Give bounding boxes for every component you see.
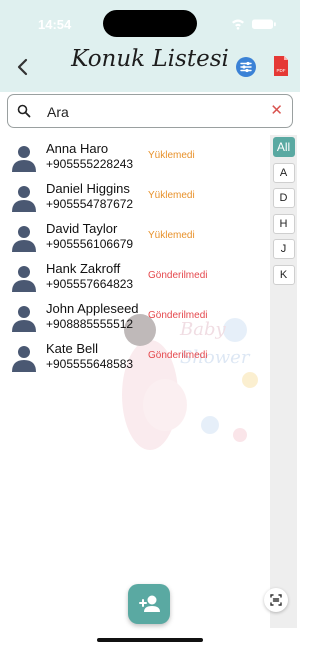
- contact-name: Hank Zakroff: [46, 261, 121, 276]
- page-title: Konuk Listesi: [71, 46, 229, 72]
- contact-row[interactable]: Daniel Higgins +905554787672 Yüklemedi: [0, 178, 270, 218]
- alphabet-index-bar: All A D H J K: [270, 135, 297, 628]
- index-item-j[interactable]: J: [272, 239, 295, 259]
- person-avatar-icon: [12, 186, 36, 212]
- contact-name: Anna Haro: [46, 141, 109, 156]
- contact-row[interactable]: Kate Bell +905555648583 Gönderilmedi: [0, 338, 270, 378]
- person-avatar-icon: [12, 266, 36, 292]
- chevron-left-icon: [17, 58, 28, 76]
- person-avatar-icon: [12, 306, 36, 332]
- status-time: 14:54: [38, 17, 72, 32]
- add-person-icon: [139, 595, 160, 612]
- contact-status: Yüklemedi: [148, 150, 195, 161]
- contact-phone: +905554787672: [46, 197, 134, 211]
- index-item-d[interactable]: D: [272, 188, 295, 208]
- contact-phone: +905556106679: [46, 237, 134, 251]
- contact-name: Kate Bell: [46, 341, 99, 356]
- contact-list: Anna Haro +905555228243 Yüklemedi Daniel…: [0, 138, 270, 378]
- scan-icon: [270, 594, 282, 606]
- contact-status: Yüklemedi: [148, 230, 195, 241]
- contact-row[interactable]: Hank Zakroff +905557664823 Gönderilmedi: [0, 258, 270, 298]
- pdf-export-button[interactable]: PDF: [273, 55, 289, 77]
- add-guest-button[interactable]: [128, 584, 170, 624]
- person-avatar-icon: [12, 146, 36, 172]
- contact-status: Yüklemedi: [148, 190, 195, 201]
- contact-phone: +905557664823: [46, 277, 134, 291]
- contact-name: David Taylor: [46, 221, 118, 236]
- contact-name: Daniel Higgins: [46, 181, 130, 196]
- index-item-h[interactable]: H: [272, 213, 295, 234]
- person-avatar-icon: [12, 346, 36, 372]
- search-bar[interactable]: ✕: [7, 94, 293, 128]
- index-item-all[interactable]: All: [272, 137, 295, 157]
- contact-status: Gönderilmedi: [148, 310, 208, 321]
- back-button[interactable]: [12, 56, 34, 78]
- clear-search-icon[interactable]: ✕: [270, 102, 283, 120]
- svg-text:PDF: PDF: [277, 68, 286, 73]
- index-item-k[interactable]: K: [272, 264, 295, 285]
- sliders-icon: [240, 61, 252, 73]
- contact-phone: +905555648583: [46, 357, 134, 371]
- contact-row[interactable]: Anna Haro +905555228243 Yüklemedi: [0, 138, 270, 178]
- pdf-icon: PDF: [274, 56, 288, 76]
- scan-button[interactable]: [264, 588, 288, 612]
- wifi-icon: [232, 19, 244, 30]
- search-icon: [17, 104, 31, 118]
- index-item-a[interactable]: A: [272, 162, 295, 183]
- search-input[interactable]: [45, 101, 269, 123]
- device-notch: [103, 10, 197, 37]
- person-avatar-icon: [12, 226, 36, 252]
- status-icons: [230, 17, 278, 35]
- contact-phone: +905555228243: [46, 157, 134, 171]
- contact-phone: +908885555512: [46, 317, 134, 331]
- filter-button[interactable]: [236, 57, 256, 77]
- battery-icon: [252, 19, 276, 29]
- contact-status: Gönderilmedi: [148, 350, 208, 361]
- home-indicator: [97, 638, 203, 642]
- contact-name: John Appleseed: [46, 301, 139, 316]
- contact-status: Gönderilmedi: [148, 270, 208, 281]
- contact-row[interactable]: John Appleseed +908885555512 Gönderilmed…: [0, 298, 270, 338]
- contact-row[interactable]: David Taylor +905556106679 Yüklemedi: [0, 218, 270, 258]
